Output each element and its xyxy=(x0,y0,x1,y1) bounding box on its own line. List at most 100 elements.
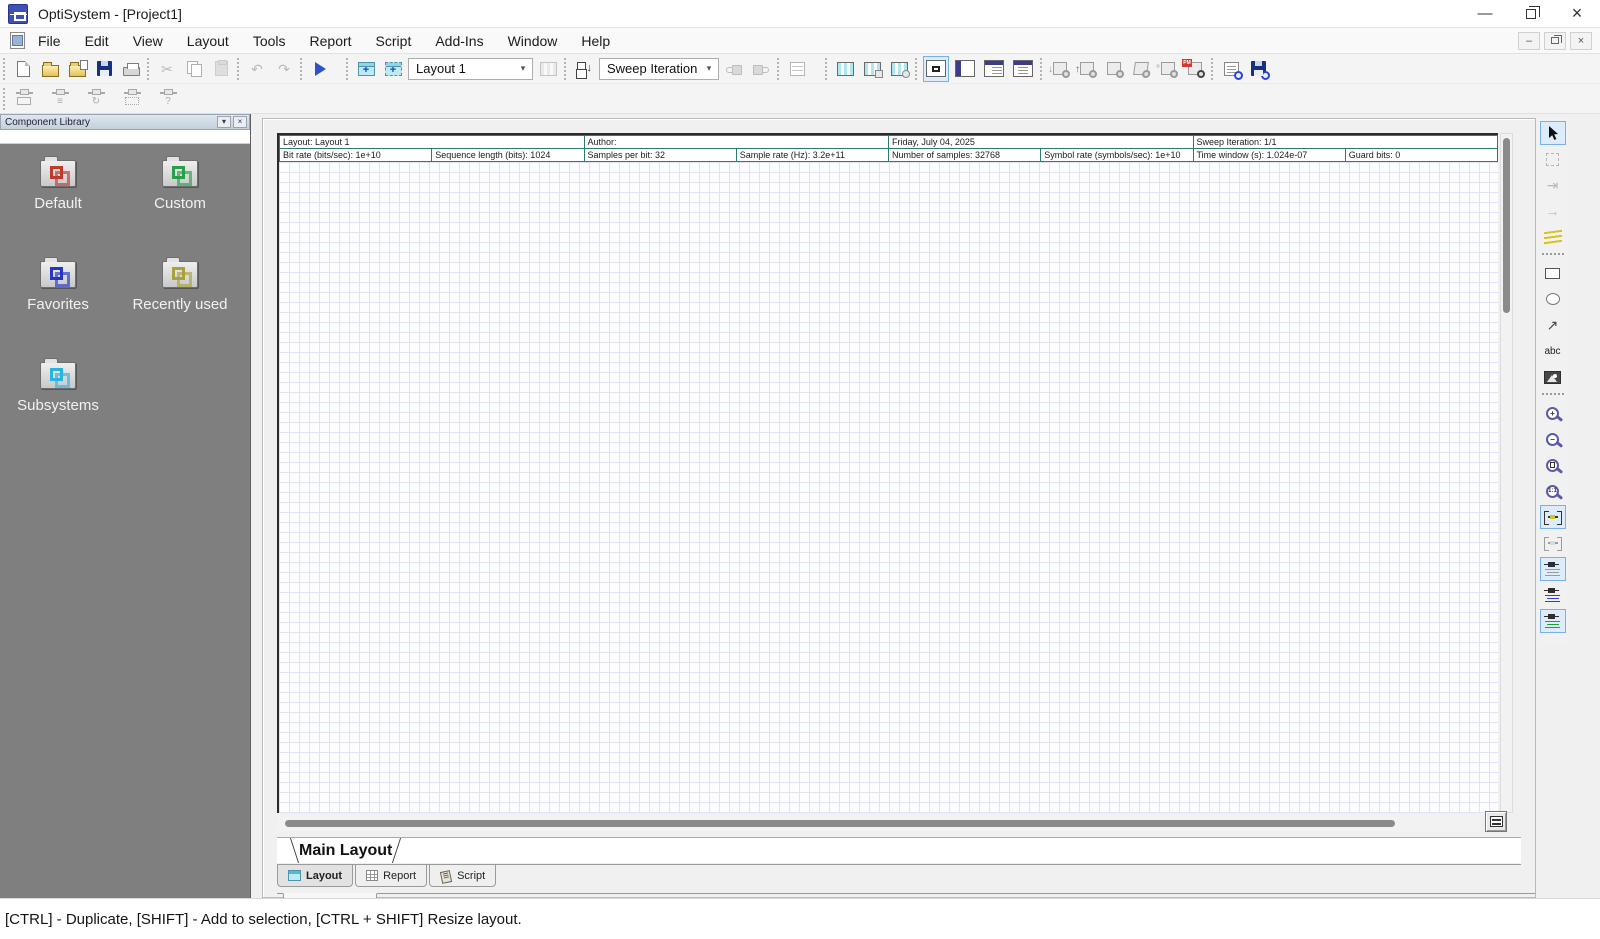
view-report-a-button[interactable] xyxy=(981,56,1007,82)
script-tool-3-button[interactable] xyxy=(1102,56,1126,82)
mdi-minimize-button[interactable]: – xyxy=(1518,32,1540,50)
tab-layout[interactable]: Layout xyxy=(277,865,353,887)
rectangle-tool-button[interactable] xyxy=(1540,261,1566,285)
menu-addins[interactable]: Add-Ins xyxy=(424,28,494,53)
component-refresh-button[interactable]: ↻ xyxy=(83,86,111,112)
connector-end-tool-button[interactable]: ⇥ xyxy=(1540,173,1566,197)
script-tool-1-button[interactable]: ↓ xyxy=(1048,56,1072,82)
page-settings-button[interactable] xyxy=(1219,56,1243,82)
arrow-tool-button[interactable]: → xyxy=(1540,199,1566,223)
align-green-button[interactable] xyxy=(1540,609,1566,633)
wires-icon xyxy=(1544,230,1562,245)
menu-edit[interactable]: Edit xyxy=(74,28,120,53)
horizontal-scrollbar[interactable] xyxy=(277,815,1480,831)
auto-connect-on-button[interactable] xyxy=(1540,505,1566,529)
selection-area-tool-button[interactable] xyxy=(1540,147,1566,171)
new-layout-button[interactable]: + xyxy=(354,56,378,82)
menu-file[interactable]: File xyxy=(27,28,72,53)
menu-window[interactable]: Window xyxy=(497,28,569,53)
open-file-button[interactable] xyxy=(38,56,62,82)
folder-subsystems[interactable]: Subsystems xyxy=(6,362,110,463)
save-file-button[interactable] xyxy=(92,56,116,82)
image-tool-button[interactable] xyxy=(1540,365,1566,389)
add-sweep-icon xyxy=(726,64,742,74)
selection-corners-icon xyxy=(1546,153,1559,166)
panel-collapse-button[interactable]: ▾ xyxy=(217,116,231,128)
undo-button[interactable]: ↶ xyxy=(245,56,269,82)
tab-report[interactable]: Report xyxy=(355,865,427,887)
close-button[interactable]: × xyxy=(1554,0,1600,27)
auto-connect-off-button[interactable] xyxy=(1540,531,1566,555)
tab-script[interactable]: Script xyxy=(429,865,496,887)
component-help-button[interactable]: ? xyxy=(155,86,183,112)
script-tool-2-button[interactable]: ↑ xyxy=(1075,56,1099,82)
folder-recently-used[interactable]: Recently used xyxy=(110,261,250,362)
component-label-button[interactable] xyxy=(11,86,39,112)
print-button[interactable] xyxy=(119,56,143,82)
minimize-button[interactable]: — xyxy=(1462,0,1508,27)
ellipse-tool-button[interactable] xyxy=(1540,287,1566,311)
folder-custom[interactable]: Custom xyxy=(110,160,250,261)
sweep-order-button[interactable] xyxy=(572,56,596,82)
calculate-whole-project-button[interactable] xyxy=(536,56,560,82)
red-badge: PM xyxy=(1182,59,1192,67)
cut-button[interactable]: ✂ xyxy=(155,56,179,82)
panel-close-button[interactable]: × xyxy=(233,116,247,128)
header-bit-rate: Bit rate (bits/sec): 1e+10 xyxy=(280,149,432,162)
remove-sweep-button[interactable] xyxy=(749,56,773,82)
import-file-button[interactable] xyxy=(65,56,89,82)
report-page-button[interactable] xyxy=(860,56,884,82)
zoom-to-page-button[interactable] xyxy=(1540,453,1566,477)
horizontal-scrollbar-thumb[interactable] xyxy=(285,820,1395,827)
line-arrow-tool-button[interactable]: ↗ xyxy=(1540,313,1566,337)
sweep-combobox[interactable]: Sweep Iteration ▾ xyxy=(599,58,719,80)
parameter-report-button[interactable] xyxy=(785,56,809,82)
rectangle-icon xyxy=(1545,268,1560,279)
main-layout-tab[interactable]: Main Layout xyxy=(285,838,406,863)
redo-button[interactable]: ↷ xyxy=(272,56,296,82)
component-lines-button[interactable]: ≡ xyxy=(47,86,75,112)
menu-script[interactable]: Script xyxy=(365,28,423,53)
mdi-close-button[interactable]: × xyxy=(1570,32,1592,50)
vertical-scrollbar[interactable] xyxy=(1500,133,1513,813)
zoom-1-1-button[interactable]: 1:1 xyxy=(1540,479,1566,503)
layout-combobox[interactable]: Layout 1 ▾ xyxy=(408,58,533,80)
mdi-restore-icon xyxy=(1551,37,1559,44)
menu-report[interactable]: Report xyxy=(299,28,363,53)
copy-button[interactable] xyxy=(182,56,206,82)
script-tool-5-button[interactable]: ° xyxy=(1156,56,1180,82)
new-file-button[interactable] xyxy=(11,56,35,82)
folder-default[interactable]: Default xyxy=(6,160,110,261)
wire-connections-tool-button[interactable] xyxy=(1540,225,1566,249)
layout-properties-button[interactable] xyxy=(1485,811,1507,832)
vertical-scrollbar-thumb[interactable] xyxy=(1503,138,1510,313)
align-blue-button[interactable] xyxy=(1540,583,1566,607)
view-report-b-button[interactable] xyxy=(1010,56,1036,82)
view-layout-button[interactable] xyxy=(923,56,949,82)
align-gray-button[interactable] xyxy=(1540,557,1566,581)
view-split-button[interactable] xyxy=(952,56,978,82)
zoom-out-button[interactable]: − xyxy=(1540,427,1566,451)
menu-help[interactable]: Help xyxy=(570,28,621,53)
folder-favorites[interactable]: Favorites xyxy=(6,261,110,362)
add-sweep-button[interactable] xyxy=(722,56,746,82)
mdi-restore-button[interactable] xyxy=(1544,32,1566,50)
layout-page-button[interactable] xyxy=(833,56,857,82)
restore-button[interactable] xyxy=(1508,0,1554,27)
duplicate-layout-button[interactable]: + xyxy=(381,56,405,82)
select-tool-button[interactable] xyxy=(1540,121,1566,145)
text-tool-button[interactable]: abc xyxy=(1540,339,1566,363)
menu-tools[interactable]: Tools xyxy=(242,28,297,53)
calculate-button[interactable] xyxy=(308,56,332,82)
layout-canvas[interactable]: Layout: Layout 1 Author: Friday, July 04… xyxy=(277,133,1498,813)
save-script-button[interactable] xyxy=(1246,56,1270,82)
script-tool-6-button[interactable]: PM xyxy=(1183,56,1207,82)
paste-button[interactable] xyxy=(209,56,233,82)
menu-view[interactable]: View xyxy=(122,28,174,53)
zoom-in-button[interactable]: + xyxy=(1540,401,1566,425)
document-icon[interactable] xyxy=(10,32,25,49)
component-grid-button[interactable] xyxy=(119,86,147,112)
script-page-button[interactable] xyxy=(887,56,911,82)
script-tool-4-button[interactable] xyxy=(1129,56,1153,82)
menu-layout[interactable]: Layout xyxy=(176,28,240,53)
